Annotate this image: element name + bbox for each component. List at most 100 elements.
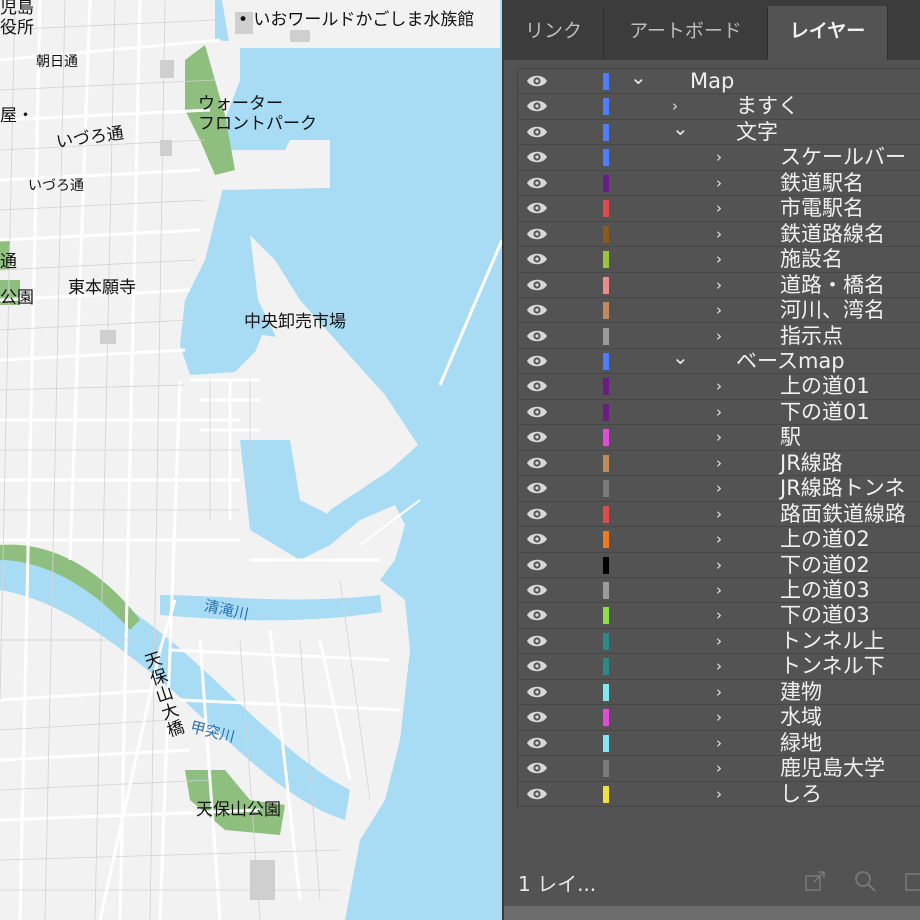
chevron-right-icon[interactable]: › [716,759,734,777]
chevron-right-icon[interactable]: › [716,734,734,752]
visibility-eye-icon[interactable] [526,301,548,319]
chevron-right-icon[interactable]: › [716,403,734,421]
tab-layers[interactable]: レイヤー [768,6,888,60]
chevron-down-icon[interactable]: ⌄ [672,118,690,141]
chevron-right-icon[interactable]: › [716,683,734,701]
visibility-eye-icon[interactable] [526,530,548,548]
tab-links[interactable]: リンク [504,6,604,60]
chevron-right-icon[interactable]: › [716,327,734,345]
chevron-down-icon[interactable]: ⌄ [630,67,648,90]
chevron-right-icon[interactable]: › [716,657,734,675]
layer-row[interactable]: › 道路・橋名 [518,273,920,299]
visibility-eye-icon[interactable] [526,148,548,166]
layer-row[interactable]: › 施設名 [518,247,920,273]
layer-row[interactable]: › ますく [518,94,920,120]
visibility-eye-icon[interactable] [526,123,548,141]
layer-row[interactable]: › しろ [518,782,920,808]
chevron-right-icon[interactable]: › [716,276,734,294]
chevron-right-icon[interactable]: › [716,632,734,650]
visibility-eye-icon[interactable] [526,174,548,192]
chevron-right-icon[interactable]: › [716,581,734,599]
visibility-eye-icon[interactable] [526,225,548,243]
visibility-eye-icon[interactable] [526,581,548,599]
new-layer-icon[interactable] [902,868,920,894]
chevron-right-icon[interactable]: › [716,428,734,446]
layer-color-swatch [603,632,609,650]
layer-row[interactable]: › トンネル下 [518,654,920,680]
layer-row[interactable]: › 指示点 [518,324,920,349]
layer-color-swatch [603,98,609,116]
layer-row[interactable]: › 水域 [518,705,920,731]
visibility-eye-icon[interactable] [526,734,548,752]
visibility-eye-icon[interactable] [526,327,548,345]
visibility-eye-icon[interactable] [526,632,548,650]
visibility-eye-icon[interactable] [526,377,548,395]
chevron-right-icon[interactable]: › [716,174,734,192]
layer-row[interactable]: › 上の道01 [518,374,920,400]
layer-row[interactable]: › 路面鉄道線路 [518,502,920,528]
chevron-right-icon[interactable]: › [716,301,734,319]
chevron-right-icon[interactable]: › [716,148,734,166]
layer-row[interactable]: › トンネル上 [518,629,920,655]
search-icon[interactable] [852,868,878,894]
layer-row[interactable]: › 河川、湾名 [518,298,920,324]
layer-row[interactable]: › JR線路 [518,451,920,477]
layer-row[interactable]: › 鉄道路線名 [518,222,920,248]
layer-row[interactable]: › スケールバー [518,145,920,171]
layer-color-swatch [603,734,609,752]
chevron-down-icon[interactable]: ⌄ [672,347,690,370]
chevron-right-icon[interactable]: › [716,225,734,243]
chevron-right-icon[interactable]: › [716,199,734,217]
visibility-eye-icon[interactable] [526,403,548,421]
tab-artboards[interactable]: アートボード [604,6,768,60]
chevron-right-icon[interactable]: › [716,606,734,624]
layer-row[interactable]: ⌄ 文字 [518,118,920,146]
visibility-eye-icon[interactable] [526,352,548,370]
chevron-right-icon[interactable]: › [716,556,734,574]
chevron-right-icon[interactable]: › [716,708,734,726]
chevron-right-icon[interactable]: › [672,97,690,115]
visibility-eye-icon[interactable] [526,72,548,90]
layer-row[interactable]: › 鉄道駅名 [518,171,920,197]
visibility-eye-icon[interactable] [526,479,548,497]
visibility-eye-icon[interactable] [526,657,548,675]
layer-row[interactable]: › 下の道03 [518,603,920,629]
chevron-right-icon[interactable]: › [716,250,734,268]
visibility-eye-icon[interactable] [526,428,548,446]
visibility-eye-icon[interactable] [526,276,548,294]
city-hall-partial-label: 役所 [0,18,34,38]
export-icon[interactable] [802,868,828,894]
layer-row[interactable]: › 建物 [518,680,920,706]
layer-row[interactable]: › 上の道03 [518,578,920,604]
visibility-eye-icon[interactable] [526,683,548,701]
chevron-right-icon[interactable]: › [716,785,734,803]
visibility-eye-icon[interactable] [526,505,548,523]
visibility-eye-icon[interactable] [526,785,548,803]
layer-row[interactable]: › 鹿児島大学 [518,756,920,782]
layer-row[interactable]: › 駅 [518,425,920,451]
layer-row[interactable]: ⌄ Map [518,67,920,95]
layer-row[interactable]: › 上の道02 [518,527,920,553]
visibility-eye-icon[interactable] [526,199,548,217]
layer-row[interactable]: › JR線路トンネ [518,476,920,502]
layer-row[interactable]: › 下の道01 [518,400,920,426]
map-canvas[interactable]: • いおワールドかごしま水族館 朝日通 ウォーター フロントパーク いづろ通 い… [0,0,502,920]
layer-list[interactable]: ⌄ Map › ますく ⌄ 文字 › スケールバー › 鉄道駅名 › 市電駅名 › 鉄道路線名 › 施設名 › 道… [517,67,920,809]
visibility-eye-icon[interactable] [526,454,548,472]
layer-row[interactable]: › 下の道02 [518,553,920,578]
layer-row[interactable]: ⌄ ベースmap [518,347,920,375]
chevron-right-icon[interactable]: › [716,479,734,497]
layer-row[interactable]: › 市電駅名 [518,196,920,222]
visibility-eye-icon[interactable] [526,759,548,777]
visibility-eye-icon[interactable] [526,97,548,115]
chevron-right-icon[interactable]: › [716,377,734,395]
chevron-right-icon[interactable]: › [716,530,734,548]
visibility-eye-icon[interactable] [526,606,548,624]
chevron-right-icon[interactable]: › [716,505,734,523]
visibility-eye-icon[interactable] [526,556,548,574]
visibility-eye-icon[interactable] [526,708,548,726]
chevron-right-icon[interactable]: › [716,454,734,472]
layer-row[interactable]: › 緑地 [518,731,920,757]
visibility-eye-icon[interactable] [526,250,548,268]
tsu-partial-label: 通 [0,252,17,272]
